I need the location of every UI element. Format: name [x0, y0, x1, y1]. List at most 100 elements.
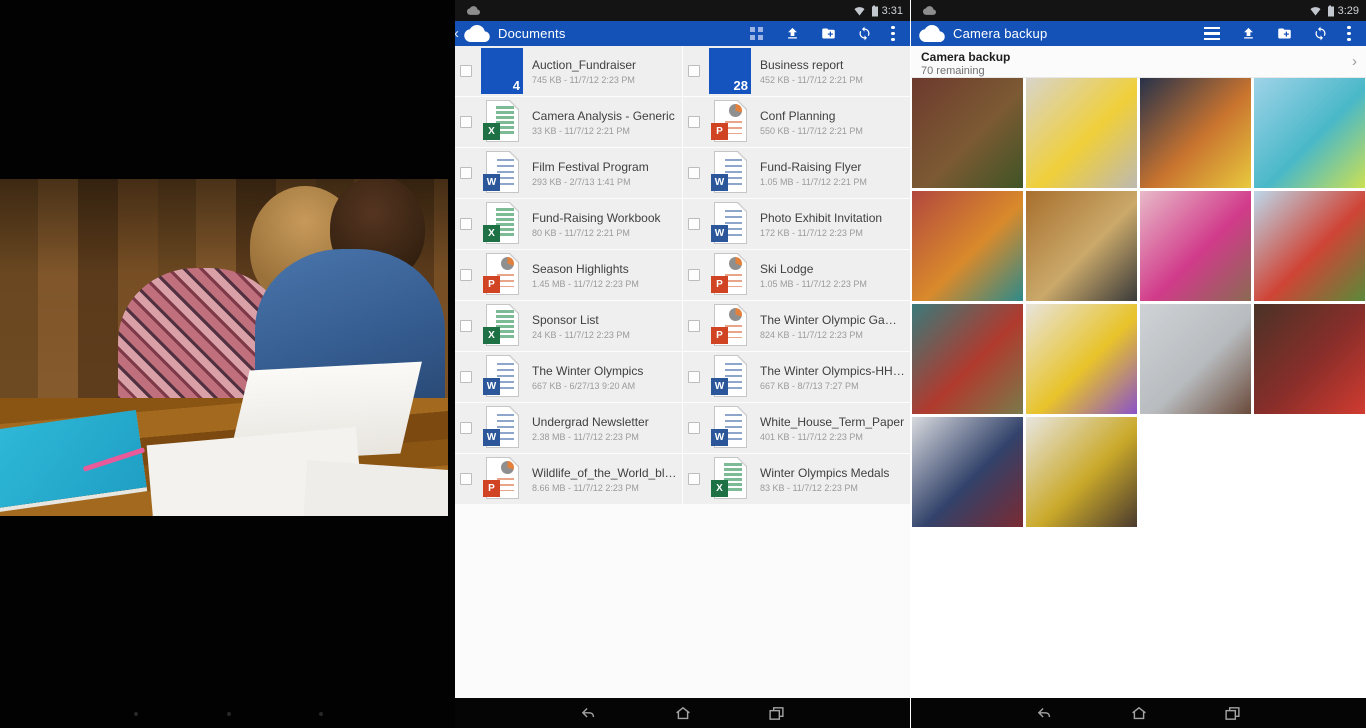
file-row[interactable]: W Photo Exhibit Invitation 172 KB - 11/7…: [683, 199, 910, 249]
onedrive-logo-icon[interactable]: [919, 25, 945, 42]
photo-thumbnail[interactable]: [912, 304, 1023, 414]
file-row[interactable]: X Camera Analysis - Generic 33 KB - 11/7…: [455, 97, 682, 147]
file-checkbox[interactable]: [460, 218, 472, 230]
home-nav-button[interactable]: [668, 701, 698, 725]
file-checkbox[interactable]: [460, 422, 472, 434]
recents-nav-button[interactable]: [1218, 701, 1248, 725]
file-type-icon: P: [709, 252, 751, 298]
file-checkbox[interactable]: [460, 65, 472, 77]
photo-thumbnail[interactable]: [1140, 78, 1251, 188]
file-name: Undergrad Newsletter: [532, 415, 649, 429]
file-checkbox[interactable]: [688, 320, 700, 332]
file-row[interactable]: 4 Auction_Fundraiser 745 KB - 11/7/12 2:…: [455, 46, 682, 96]
file-checkbox[interactable]: [460, 269, 472, 281]
file-checkbox[interactable]: [460, 320, 472, 332]
file-size-date: 1.45 MB - 11/7/12 2:23 PM: [532, 279, 639, 289]
file-row[interactable]: X Winter Olympics Medals 83 KB - 11/7/12…: [683, 454, 910, 504]
overflow-menu-button[interactable]: [882, 21, 904, 46]
file-row[interactable]: P Ski Lodge 1.05 MB - 11/7/12 2:23 PM: [683, 250, 910, 300]
file-checkbox[interactable]: [460, 116, 472, 128]
app-letter-badge: P: [711, 276, 728, 293]
documents-screen: 3:31 ‹ Documents 4: [455, 0, 910, 728]
documents-action-bar: ‹ Documents: [455, 21, 910, 46]
photo-thumbnail[interactable]: [1026, 191, 1137, 301]
document-icon: X: [714, 457, 747, 499]
chevron-right-icon: ›: [1352, 53, 1357, 70]
folder-title: Camera backup: [921, 50, 1356, 64]
file-row[interactable]: P Season Highlights 1.45 MB - 11/7/12 2:…: [455, 250, 682, 300]
file-type-icon: W: [709, 150, 751, 196]
photo-thumbnail[interactable]: [1254, 78, 1365, 188]
app-letter-badge: W: [483, 174, 500, 191]
photo-thumbnail[interactable]: [1026, 417, 1137, 527]
file-row[interactable]: W The Winter Olympics 667 KB - 6/27/13 9…: [455, 352, 682, 402]
back-nav-button[interactable]: [1030, 701, 1060, 725]
pie-chart-glyph: [729, 104, 742, 117]
file-checkbox[interactable]: [688, 473, 700, 485]
app-letter-badge: W: [483, 429, 500, 446]
file-row[interactable]: W The Winter Olympics-HHOFFMA... 667 KB …: [683, 352, 910, 402]
onedrive-logo-icon[interactable]: [464, 25, 490, 42]
file-name: Camera Analysis - Generic: [532, 109, 675, 123]
camera-backup-folder-row[interactable]: Camera backup 70 remaining ›: [911, 46, 1366, 78]
file-name: Fund-Raising Workbook: [532, 211, 661, 225]
file-type-icon: X: [481, 303, 523, 349]
file-row[interactable]: P The Winter Olympic Games 824 KB - 11/7…: [683, 301, 910, 351]
photo-thumbnail[interactable]: [1254, 191, 1365, 301]
file-row[interactable]: W Film Festival Program 293 KB - 2/7/13 …: [455, 148, 682, 198]
file-checkbox[interactable]: [688, 116, 700, 128]
file-row[interactable]: W Fund-Raising Flyer 1.05 MB - 11/7/12 2…: [683, 148, 910, 198]
file-row[interactable]: P Conf Planning 550 KB - 11/7/12 2:21 PM: [683, 97, 910, 147]
file-checkbox[interactable]: [460, 371, 472, 383]
file-type-icon: W: [481, 354, 523, 400]
file-checkbox[interactable]: [460, 473, 472, 485]
sync-button[interactable]: [846, 21, 882, 46]
photo-thumbnail[interactable]: [912, 191, 1023, 301]
upload-button[interactable]: [774, 21, 810, 46]
file-row[interactable]: 28 Business report 452 KB - 11/7/12 2:21…: [683, 46, 910, 96]
pie-chart-glyph: [729, 308, 742, 321]
file-row[interactable]: P Wildlife_of_the_World_blank2 8.66 MB -…: [455, 454, 682, 504]
photo-thumbnail[interactable]: [1026, 304, 1137, 414]
grid-view-button[interactable]: [738, 21, 774, 46]
wifi-icon: [1310, 6, 1321, 16]
photo-thumbnail[interactable]: [1254, 304, 1365, 414]
file-name: Ski Lodge: [760, 262, 867, 276]
file-row[interactable]: W White_House_Term_Paper 401 KB - 11/7/1…: [683, 403, 910, 453]
file-checkbox[interactable]: [688, 65, 700, 77]
new-folder-button[interactable]: [1266, 21, 1302, 46]
file-row[interactable]: W Undergrad Newsletter 2.38 MB - 11/7/12…: [455, 403, 682, 453]
file-row[interactable]: X Fund-Raising Workbook 80 KB - 11/7/12 …: [455, 199, 682, 249]
photo-thumbnail[interactable]: [912, 417, 1023, 527]
file-size-date: 24 KB - 11/7/12 2:23 PM: [532, 330, 630, 340]
file-checkbox[interactable]: [688, 269, 700, 281]
pie-chart-glyph: [501, 461, 514, 474]
app-letter-badge: X: [483, 123, 500, 140]
home-nav-button[interactable]: [1124, 701, 1154, 725]
sync-button[interactable]: [1302, 21, 1338, 46]
file-checkbox[interactable]: [688, 422, 700, 434]
back-chevron-icon[interactable]: ‹: [455, 21, 461, 46]
photo-thumbnail[interactable]: [1140, 304, 1251, 414]
new-folder-button[interactable]: [810, 21, 846, 46]
upload-button[interactable]: [1230, 21, 1266, 46]
folder-item-count: 4: [513, 78, 520, 93]
file-checkbox[interactable]: [460, 167, 472, 179]
app-letter-badge: X: [711, 480, 728, 497]
file-row[interactable]: X Sponsor List 24 KB - 11/7/12 2:23 PM: [455, 301, 682, 351]
photo-thumbnail[interactable]: [1140, 191, 1251, 301]
file-checkbox[interactable]: [688, 167, 700, 179]
list-view-button[interactable]: [1194, 21, 1230, 46]
file-size-date: 172 KB - 11/7/12 2:23 PM: [760, 228, 882, 238]
photo-thumbnail[interactable]: [1026, 78, 1137, 188]
file-type-icon: P: [709, 303, 751, 349]
file-checkbox[interactable]: [688, 371, 700, 383]
document-icon: W: [714, 406, 747, 448]
photo-grid: [912, 78, 1365, 527]
recents-nav-button[interactable]: [762, 701, 792, 725]
onedrive-sync-notification-icon: [467, 6, 480, 15]
file-checkbox[interactable]: [688, 218, 700, 230]
overflow-menu-button[interactable]: [1338, 21, 1360, 46]
photo-thumbnail[interactable]: [912, 78, 1023, 188]
back-nav-button[interactable]: [574, 701, 604, 725]
